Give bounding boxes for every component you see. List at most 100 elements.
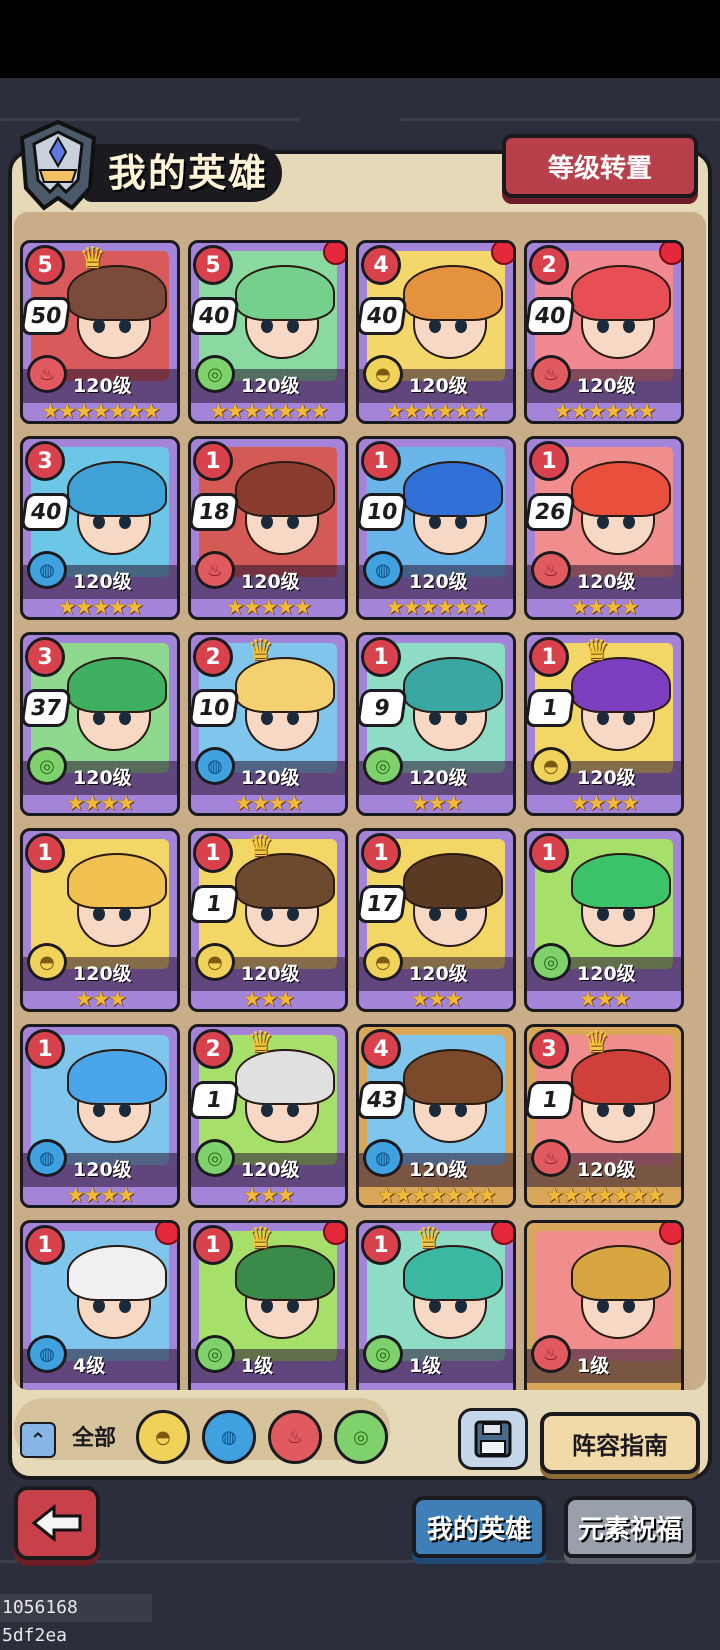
hero-level: 120级 bbox=[577, 375, 636, 397]
hero-level: 120级 bbox=[241, 571, 300, 593]
hero-card[interactable]: 120级 ★★★ 1 ◎ bbox=[524, 828, 684, 1012]
hero-card[interactable]: 120级 ★★★★★★ 4 40 ◓ bbox=[356, 240, 516, 424]
hero-card[interactable]: 1级 1 ◎ ♛ bbox=[188, 1220, 348, 1390]
hero-eye bbox=[93, 319, 105, 333]
hero-stars: ★★★ bbox=[410, 791, 463, 815]
stage-badge: 26 bbox=[527, 493, 576, 531]
hero-level: 120级 bbox=[73, 375, 132, 397]
water-element-icon: ◍ bbox=[195, 747, 235, 785]
rank-badge: 5 bbox=[193, 245, 233, 285]
hero-eye bbox=[623, 515, 635, 529]
hero-stars: ★★★★★★★ bbox=[41, 399, 161, 423]
helmet-icon bbox=[19, 119, 97, 211]
filter-wind-icon[interactable]: ◎ bbox=[334, 1410, 388, 1464]
hero-card[interactable]: 120级 ★★★★★★ 2 40 ♨ bbox=[524, 240, 684, 424]
hero-card[interactable]: 120级 ★★★ 1 9 ◎ bbox=[356, 632, 516, 816]
rank-badge: 1 bbox=[529, 637, 569, 677]
hero-card[interactable]: 120级 ★★★★ 1 ◍ bbox=[20, 1024, 180, 1208]
hero-eye bbox=[455, 711, 467, 725]
notification-dot bbox=[491, 1223, 513, 1245]
back-button[interactable] bbox=[14, 1486, 100, 1560]
stage-badge: 40 bbox=[359, 297, 408, 335]
earth-element-icon: ◓ bbox=[27, 943, 67, 981]
hero-hair bbox=[67, 853, 167, 909]
notification-dot bbox=[323, 243, 345, 265]
hero-eye bbox=[429, 711, 441, 725]
hero-card[interactable]: 120级 ★★★★★★ 1 10 ◍ bbox=[356, 436, 516, 620]
tab-element-blessing[interactable]: 元素祝福 bbox=[564, 1496, 696, 1558]
hero-eye bbox=[455, 1299, 467, 1313]
hero-hair bbox=[235, 461, 335, 517]
hero-level: 120级 bbox=[577, 963, 636, 985]
hero-level: 120级 bbox=[409, 963, 468, 985]
filter-water-icon[interactable]: ◍ bbox=[202, 1410, 256, 1464]
rank-badge: 1 bbox=[529, 833, 569, 873]
filter-earth-icon[interactable]: ◓ bbox=[136, 1410, 190, 1464]
back-arrow-icon bbox=[31, 1503, 82, 1543]
hero-eye bbox=[287, 515, 299, 529]
stage-badge: 10 bbox=[191, 689, 240, 727]
lineup-guide-button[interactable]: 阵容指南 bbox=[540, 1412, 700, 1474]
hero-stars: ★★★ bbox=[578, 987, 631, 1011]
tab-my-heroes[interactable]: 我的英雄 bbox=[412, 1496, 546, 1558]
filter-fire-icon[interactable]: ♨ bbox=[268, 1410, 322, 1464]
notification-dot bbox=[323, 1223, 345, 1245]
wind-element-icon: ◎ bbox=[195, 1139, 235, 1177]
hero-eye bbox=[597, 1103, 609, 1117]
water-element-icon: ◍ bbox=[363, 1139, 403, 1177]
hero-eye bbox=[597, 711, 609, 725]
rank-badge: 2 bbox=[193, 1029, 233, 1069]
hero-level: 120级 bbox=[577, 571, 636, 593]
earth-element-icon: ◓ bbox=[531, 747, 571, 785]
hero-stars: ★★★★★★★ bbox=[209, 399, 329, 423]
collapse-icon[interactable]: ⌃ bbox=[20, 1422, 56, 1458]
notification-dot bbox=[155, 1223, 177, 1245]
hero-eye bbox=[429, 907, 441, 921]
hero-level: 120级 bbox=[409, 767, 468, 789]
rank-badge: 3 bbox=[25, 637, 65, 677]
rank-badge: 4 bbox=[361, 1029, 401, 1069]
rank-badge: 1 bbox=[361, 441, 401, 481]
hero-hair bbox=[571, 265, 671, 321]
hero-card[interactable]: 120级 ★★★★★★★ 5 40 ◎ bbox=[188, 240, 348, 424]
stage-badge: 37 bbox=[23, 689, 72, 727]
hero-card[interactable]: 4级 1 ◍ bbox=[20, 1220, 180, 1390]
hero-card[interactable]: 120级 ★★★★ 1 26 ♨ bbox=[524, 436, 684, 620]
hero-stars: ★★★★★★ bbox=[553, 399, 657, 423]
stage-badge: 40 bbox=[191, 297, 240, 335]
hero-card[interactable]: 120级 ★★★ 1 1 ◓ ♛ bbox=[188, 828, 348, 1012]
rank-badge: 1 bbox=[529, 441, 569, 481]
wind-element-icon: ◎ bbox=[363, 1335, 403, 1373]
filter-all[interactable]: 全部 bbox=[72, 1420, 116, 1452]
hero-card[interactable]: 120级 ★★★★★ 1 18 ♨ bbox=[188, 436, 348, 620]
hero-stars: ★★★★★ bbox=[57, 595, 144, 619]
rank-badge: 5 bbox=[25, 245, 65, 285]
hero-card[interactable]: 120级 ★★★ 1 17 ◓ bbox=[356, 828, 516, 1012]
hero-eye bbox=[287, 711, 299, 725]
rank-badge: 1 bbox=[361, 833, 401, 873]
hero-eye bbox=[597, 907, 609, 921]
hero-card[interactable]: 120级 ★★★★ 2 10 ◍ ♛ bbox=[188, 632, 348, 816]
floppy-icon bbox=[474, 1420, 512, 1458]
level-reset-button[interactable]: 等级转置 bbox=[502, 134, 698, 198]
hero-card[interactable]: 120级 ★★★★ 1 1 ◓ ♛ bbox=[524, 632, 684, 816]
hero-card[interactable]: 120级 ★★★ 2 1 ◎ ♛ bbox=[188, 1024, 348, 1208]
hero-level: 120级 bbox=[73, 571, 132, 593]
hero-card[interactable]: 120级 ★★★★ 3 37 ◎ bbox=[20, 632, 180, 816]
hero-stars: ★★★★ bbox=[66, 791, 135, 815]
formation-save-button[interactable] bbox=[458, 1408, 528, 1470]
water-element-icon: ◍ bbox=[27, 1335, 67, 1373]
hero-hair bbox=[403, 1049, 503, 1105]
fire-element-icon: ♨ bbox=[531, 1335, 571, 1373]
hero-level: 120级 bbox=[409, 375, 468, 397]
hero-card[interactable]: 120级 ★★★★★ 3 40 ◍ bbox=[20, 436, 180, 620]
hero-card[interactable]: 120级 ★★★★★★★ 5 50 ♨ ♛ bbox=[20, 240, 180, 424]
hero-card[interactable]: 1级 1 ◎ ♛ bbox=[356, 1220, 516, 1390]
hero-eye bbox=[623, 1299, 635, 1313]
hero-card[interactable]: 120级 ★★★ 1 ◓ bbox=[20, 828, 180, 1012]
hero-card[interactable]: 120级 ★★★★★★★ 3 1 ♨ ♛ bbox=[524, 1024, 684, 1208]
hero-level: 4级 bbox=[73, 1355, 106, 1377]
hero-card[interactable]: 1级 ♨ bbox=[524, 1220, 684, 1390]
hero-card[interactable]: 120级 ★★★★★★★ 4 43 ◍ bbox=[356, 1024, 516, 1208]
hero-level: 120级 bbox=[73, 767, 132, 789]
